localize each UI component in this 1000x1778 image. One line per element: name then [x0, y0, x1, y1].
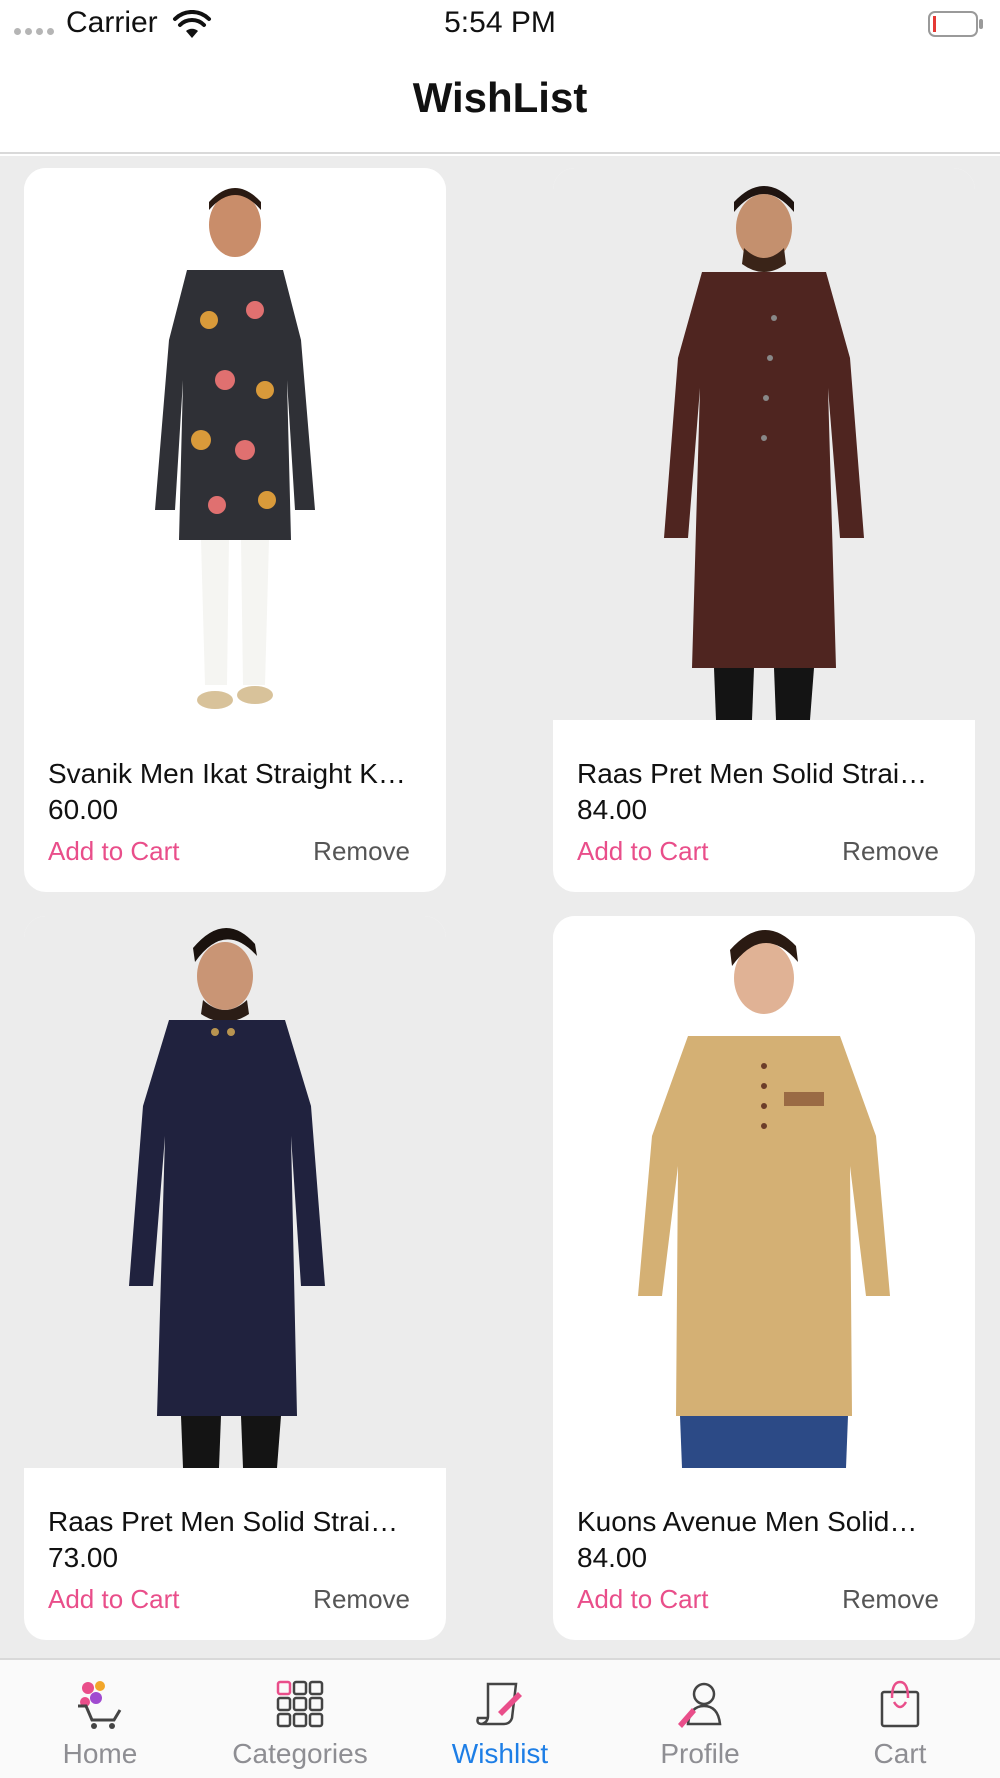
- tab-wishlist[interactable]: Wishlist: [400, 1660, 600, 1778]
- add-to-cart-button[interactable]: Add to Cart: [577, 836, 709, 867]
- product-name[interactable]: Kuons Avenue Men Solid…: [577, 1506, 961, 1538]
- battery-icon: [928, 11, 983, 37]
- tab-profile[interactable]: Profile: [600, 1660, 800, 1778]
- home-cart-icon: [78, 1681, 122, 1729]
- page-title: WishList: [412, 74, 588, 121]
- wishlist-item[interactable]: Raas Pret Men Solid Strai… 73.00 Add to …: [24, 916, 446, 1640]
- tab-cart[interactable]: Cart: [800, 1660, 1000, 1778]
- product-price: 60.00: [48, 794, 119, 825]
- categories-grid-icon: [276, 1680, 324, 1728]
- product-image[interactable]: [553, 168, 975, 720]
- product-photo-kurta-brown: [664, 186, 864, 720]
- tab-home[interactable]: Home: [0, 1660, 200, 1778]
- product-photo-kurta-ikat: [155, 188, 315, 709]
- product-photo-kurta-beige: [638, 929, 890, 1468]
- tab-label: Cart: [873, 1738, 927, 1769]
- product-price: 84.00: [577, 1542, 648, 1573]
- product-image[interactable]: [553, 916, 975, 1468]
- product-name[interactable]: Raas Pret Men Solid Strai…: [48, 1506, 432, 1538]
- nav-header: WishList: [0, 48, 1000, 154]
- tab-categories[interactable]: Categories: [200, 1660, 400, 1778]
- product-name[interactable]: Raas Pret Men Solid Strai…: [577, 758, 961, 790]
- product-image[interactable]: [24, 168, 446, 720]
- product-price: 73.00: [48, 1542, 119, 1573]
- wishlist-item[interactable]: Raas Pret Men Solid Strai… 84.00 Add to …: [553, 168, 975, 892]
- product-image[interactable]: [24, 916, 446, 1468]
- tab-label: Home: [62, 1738, 138, 1769]
- remove-button[interactable]: Remove: [313, 836, 410, 867]
- status-time: 5:54 PM: [444, 6, 556, 39]
- product-price: 84.00: [577, 794, 648, 825]
- tab-label: Wishlist: [451, 1738, 549, 1769]
- remove-button[interactable]: Remove: [842, 836, 939, 867]
- wishlist-item[interactable]: Kuons Avenue Men Solid… 84.00 Add to Car…: [553, 916, 975, 1640]
- remove-button[interactable]: Remove: [842, 1584, 939, 1615]
- add-to-cart-button[interactable]: Add to Cart: [48, 836, 180, 867]
- status-bar: Carrier 5:54 PM: [0, 0, 1000, 48]
- add-to-cart-button[interactable]: Add to Cart: [577, 1584, 709, 1615]
- profile-icon: [678, 1682, 722, 1728]
- shopping-bag-icon: [880, 1680, 920, 1728]
- product-photo-kurta-navy: [129, 927, 325, 1468]
- wishlist-grid[interactable]: Svanik Men Ikat Straight K… 60.00 Add to…: [0, 156, 1000, 1658]
- remove-button[interactable]: Remove: [313, 1584, 410, 1615]
- wishlist-scroll-icon: [476, 1682, 522, 1726]
- product-name[interactable]: Svanik Men Ikat Straight K…: [48, 758, 432, 790]
- tab-bar: Home Categories Wishlist Profile Cart: [0, 1658, 1000, 1778]
- add-to-cart-button[interactable]: Add to Cart: [48, 1584, 180, 1615]
- tab-label: Profile: [660, 1738, 740, 1769]
- tab-label: Categories: [232, 1738, 368, 1769]
- wishlist-item[interactable]: Svanik Men Ikat Straight K… 60.00 Add to…: [24, 168, 446, 892]
